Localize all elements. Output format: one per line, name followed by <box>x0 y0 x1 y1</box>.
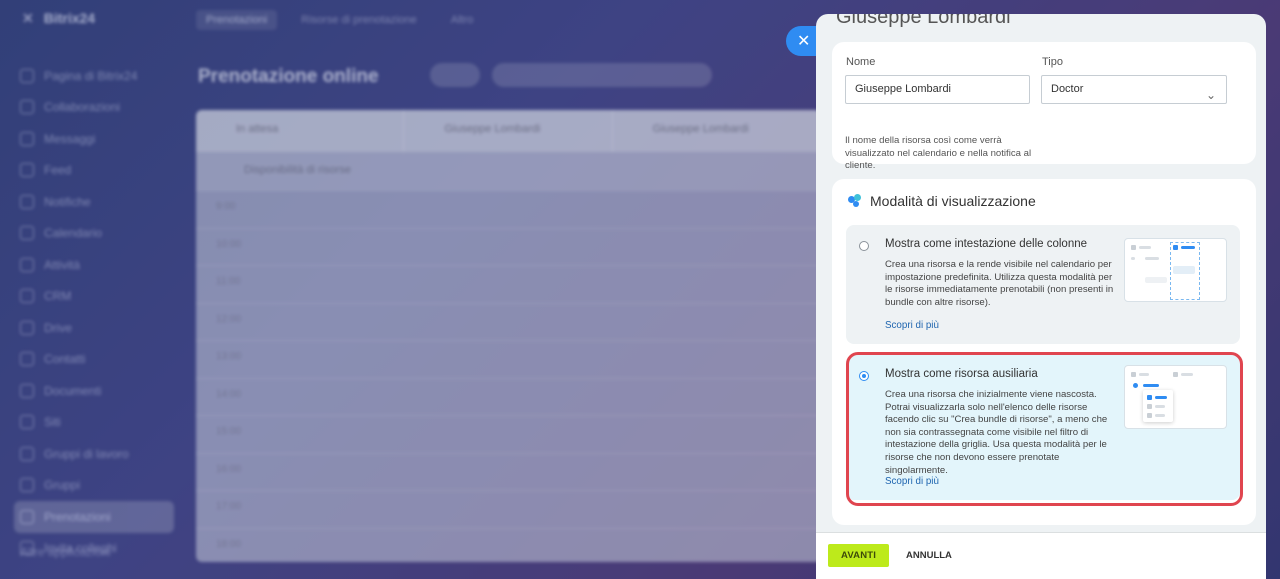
radio-auxiliary-resource[interactable] <box>859 371 869 381</box>
option-title: Mostra come intestazione delle colonne <box>885 238 1088 250</box>
type-label: Tipo <box>1042 56 1063 68</box>
cancel-button[interactable]: ANNULLA <box>896 544 962 567</box>
display-mode-title: Modalità di visualizzazione <box>870 193 1036 209</box>
display-mode-header: Modalità di visualizzazione <box>848 193 1036 209</box>
chevron-down-icon: ⌄ <box>1205 88 1216 102</box>
learn-more-link[interactable]: Scopri di più <box>885 476 939 487</box>
name-hint: Il nome della risorsa così come verrà vi… <box>845 135 1032 171</box>
type-select[interactable]: Doctor ⌄ <box>1041 75 1227 104</box>
column-header-preview-image <box>1124 238 1227 302</box>
display-mode-icon <box>848 194 862 208</box>
next-button[interactable]: AVANTI <box>828 544 890 567</box>
name-field[interactable]: Giuseppe Lombardi <box>845 75 1030 104</box>
auxiliary-resource-preview-image <box>1124 365 1227 429</box>
option-auxiliary-resource[interactable]: Mostra come risorsa ausiliaria Crea una … <box>846 355 1240 500</box>
learn-more-link[interactable]: Scopri di più <box>885 320 939 331</box>
close-icon: ✕ <box>797 33 811 50</box>
basic-info-card: Nome Giuseppe Lombardi Il nome della ris… <box>832 42 1256 171</box>
panel-scroll-area[interactable]: Giuseppe Lombardi Nome Giuseppe Lombardi… <box>816 14 1266 533</box>
radio-column-header[interactable] <box>859 241 869 251</box>
option-column-header[interactable]: Mostra come intestazione delle colonne C… <box>846 225 1240 344</box>
resource-panel: Giuseppe Lombardi Nome Giuseppe Lombardi… <box>816 14 1266 579</box>
option-description: Crea una risorsa che inizialmente viene … <box>885 389 1108 476</box>
option-description: Crea una risorsa e la rende visibile nel… <box>885 259 1114 308</box>
panel-footer: AVANTI ANNULLA <box>816 533 1266 579</box>
name-label: Nome <box>846 56 876 68</box>
type-select-value: Doctor <box>1051 83 1084 95</box>
option-title: Mostra come risorsa ausiliaria <box>885 368 1038 380</box>
display-mode-card: Modalità di visualizzazione Mostra come … <box>832 179 1256 525</box>
panel-title: Giuseppe Lombardi <box>836 14 1011 28</box>
